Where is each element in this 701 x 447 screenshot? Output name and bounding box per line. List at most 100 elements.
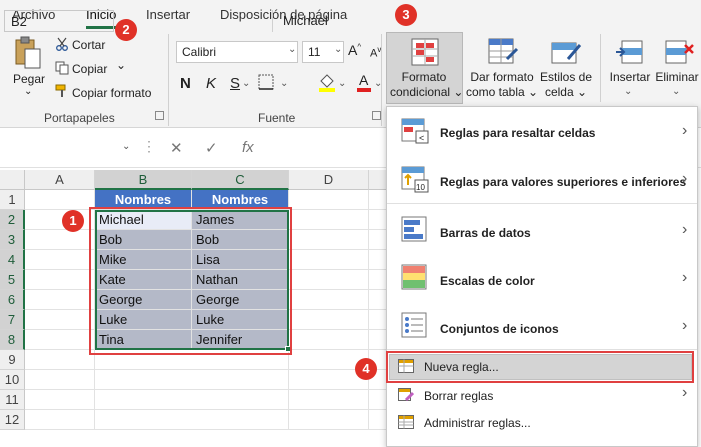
callout-badge-4: 4 (355, 358, 377, 380)
underline-button[interactable]: S (230, 75, 240, 92)
callout-badge-2: 2 (115, 19, 137, 41)
callout-badge-1: 1 (62, 210, 84, 232)
insert-cells-label[interactable]: Insertar (606, 70, 654, 85)
cut-button[interactable]: Cortar (72, 38, 105, 52)
row-header-1[interactable]: 1 (0, 190, 25, 210)
fill-color-chevron-icon[interactable]: ⌄ (338, 78, 346, 89)
menu-item-manage-rules[interactable]: Administrar reglas... (424, 416, 531, 430)
font-dialog-launcher-icon[interactable] (372, 111, 381, 120)
dialog-launcher-icon[interactable] (155, 111, 164, 120)
select-all-corner[interactable] (0, 170, 25, 190)
manage-rules-icon (398, 415, 414, 429)
conditional-format-icon (410, 37, 440, 67)
conditional-format-label-1: Formato (401, 70, 447, 84)
row-header-12[interactable]: 12 (0, 410, 25, 430)
copy-button[interactable]: Copiar (72, 62, 107, 76)
font-size-chevron-icon[interactable]: ⌄ (334, 44, 342, 55)
row-header-3[interactable]: 3 (0, 230, 25, 250)
svg-text:10: 10 (416, 183, 425, 192)
increase-font-icon[interactable]: A^ (348, 42, 361, 58)
menu-item-color-scales[interactable]: Escalas de color (440, 274, 535, 288)
font-name-value: Calibri (182, 45, 217, 59)
font-name-combo[interactable]: Calibri (176, 41, 298, 63)
conditional-format-label-2: condicional ⌄ (390, 85, 464, 99)
row-header-9[interactable]: 9 (0, 350, 25, 370)
insert-function-icon[interactable]: fx (242, 139, 254, 156)
menu-item-data-bars[interactable]: Barras de datos (440, 226, 531, 240)
row-header-7[interactable]: 7 (0, 310, 25, 330)
name-box-chevron-icon[interactable]: ⌄ (122, 141, 130, 152)
group-divider (168, 34, 169, 126)
enter-icon[interactable]: ✓ (205, 139, 218, 157)
copy-icon[interactable] (55, 61, 69, 75)
format-as-table-label-2[interactable]: como tabla ⌄ (466, 85, 538, 100)
chevron-right-icon: › (682, 384, 688, 401)
clipboard-group-label: Portapapeles (44, 111, 115, 125)
row-header-2[interactable]: 2 (0, 210, 25, 230)
name-box[interactable]: B2 (4, 10, 114, 32)
format-as-table-icon[interactable] (487, 37, 519, 67)
decrease-font-icon[interactable]: Av (370, 45, 381, 60)
new-rule-highlight-box (386, 351, 694, 383)
row-header-11[interactable]: 11 (0, 390, 25, 410)
font-name-chevron-icon[interactable]: ⌄ (288, 44, 296, 55)
menu-divider (387, 349, 697, 350)
insert-cells-icon[interactable] (614, 37, 646, 67)
delete-cells-label[interactable]: Eliminar (654, 70, 700, 85)
more-icon: ⋮ (142, 138, 156, 154)
menu-item-top-bottom-rules[interactable]: Reglas para valores superiores e inferio… (440, 175, 686, 189)
row-header-8[interactable]: 8 (0, 330, 25, 350)
menu-item-icon-sets[interactable]: Conjuntos de iconos (440, 322, 559, 336)
top-bottom-rules-icon: 10 (400, 165, 430, 195)
cell-styles-label-1[interactable]: Estilos de (536, 70, 596, 85)
menu-item-highlight-rules[interactable]: Reglas para resaltar celdas (440, 126, 595, 140)
row-header-10[interactable]: 10 (0, 370, 25, 390)
bold-button[interactable]: N (180, 75, 191, 92)
row-header-4[interactable]: 4 (0, 250, 25, 270)
menu-divider (387, 203, 697, 204)
underline-chevron-icon[interactable]: ⌄ (242, 78, 250, 89)
svg-text:A: A (359, 72, 369, 88)
row-header-6[interactable]: 6 (0, 290, 25, 310)
row-header-5[interactable]: 5 (0, 270, 25, 290)
chevron-right-icon: › (682, 269, 688, 286)
paste-button[interactable]: Pegar (13, 72, 45, 86)
font-group-label: Fuente (258, 111, 296, 125)
highlight-rules-icon: < (400, 117, 430, 147)
tab-insertar[interactable]: Insertar (146, 7, 190, 22)
scissors-icon[interactable] (55, 37, 69, 51)
selection-highlight-box (89, 207, 292, 355)
borders-chevron-icon[interactable]: ⌄ (280, 78, 288, 89)
column-header-d[interactable]: D (289, 170, 369, 190)
cancel-icon[interactable]: ✕ (170, 139, 183, 157)
callout-badge-3: 3 (395, 4, 417, 26)
column-header-b[interactable]: B (95, 170, 192, 190)
menu-item-clear-rules[interactable]: Borrar reglas (424, 389, 493, 403)
copy-chevron-icon[interactable]: ⌄ (116, 58, 126, 72)
paste-icon[interactable] (12, 36, 44, 70)
font-size-value: 11 (308, 45, 321, 59)
color-scales-icon (400, 263, 430, 293)
format-painter-button[interactable]: Copiar formato (72, 86, 151, 100)
format-painter-icon[interactable] (55, 84, 69, 98)
chevron-right-icon: › (682, 221, 688, 238)
delete-chevron-icon[interactable]: ⌄ (672, 86, 680, 97)
insert-chevron-icon[interactable]: ⌄ (624, 86, 632, 97)
delete-cells-icon[interactable] (664, 37, 696, 67)
icon-sets-icon (400, 311, 430, 341)
formula-input[interactable]: Michael (272, 10, 697, 32)
column-header-c[interactable]: C (192, 170, 289, 190)
font-color-icon[interactable]: A (356, 72, 372, 92)
chevron-right-icon: › (682, 317, 688, 334)
cell-styles-label-2[interactable]: celda ⌄ (536, 85, 596, 100)
cell-styles-icon[interactable] (550, 37, 582, 67)
paste-chevron-icon[interactable]: ⌄ (24, 86, 32, 97)
chevron-right-icon: › (682, 170, 688, 187)
fill-color-icon[interactable] (318, 72, 336, 92)
format-as-table-label-1[interactable]: Dar formato (466, 70, 538, 85)
gridline (368, 190, 369, 430)
borders-icon[interactable] (258, 74, 274, 90)
italic-button[interactable]: K (206, 75, 216, 92)
column-header-a[interactable]: A (25, 170, 95, 190)
clear-rules-icon (398, 388, 415, 402)
